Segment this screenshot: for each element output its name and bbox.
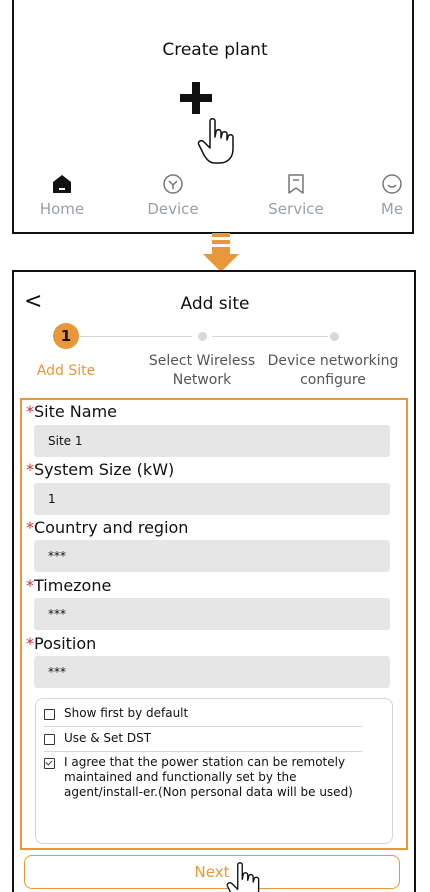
step3-dot <box>330 332 339 341</box>
pointer-hand-icon <box>197 118 234 164</box>
show-first-checkbox[interactable] <box>44 709 55 720</box>
country-region-label: *Country and region <box>26 518 189 537</box>
divider <box>44 751 362 752</box>
next-button[interactable]: Next <box>24 855 400 889</box>
step2-dot <box>198 332 207 341</box>
dst-label: Use & Set DST <box>64 731 152 745</box>
home-icon <box>53 175 71 193</box>
tab-home[interactable]: Home <box>17 172 107 218</box>
tab-service[interactable]: Service <box>251 172 341 218</box>
tab-device-label: Device <box>147 200 199 218</box>
tab-home-label: Home <box>39 200 85 218</box>
step1-label: Add Site <box>36 363 96 379</box>
system-size-input[interactable]: 1 <box>34 483 390 515</box>
agreement-option[interactable]: I agree that the power station can be re… <box>44 755 364 800</box>
tab-me-label: Me <box>380 200 404 218</box>
dst-option[interactable]: Use & Set DST <box>44 731 151 745</box>
step2-label: Select Wireless Network <box>148 353 256 388</box>
tab-service-label: Service <box>268 200 324 218</box>
step-connector <box>212 336 328 337</box>
country-region-input[interactable]: *** <box>34 540 390 572</box>
pointer-hand-icon <box>225 861 265 892</box>
timezone-input[interactable]: *** <box>34 598 390 630</box>
step1-indicator: 1 <box>53 323 79 349</box>
page-title: Add site <box>180 294 250 314</box>
step3-label: Device networking configure <box>267 353 399 388</box>
timezone-label: *Timezone <box>26 576 112 595</box>
tab-me[interactable]: Me <box>347 172 430 218</box>
down-arrow-icon <box>203 233 239 272</box>
system-size-label: *System Size (kW) <box>26 460 175 479</box>
agreement-checkbox[interactable] <box>44 758 55 769</box>
create-plant-title: Create plant <box>162 40 268 60</box>
show-first-label: Show first by default <box>64 706 189 720</box>
site-name-input[interactable]: Site 1 <box>34 425 390 457</box>
position-label: *Position <box>26 634 97 653</box>
device-icon <box>163 174 183 194</box>
show-first-option[interactable]: Show first by default <box>44 706 188 720</box>
step-connector <box>80 336 192 337</box>
tab-device[interactable]: Device <box>128 172 218 218</box>
agreement-label: I agree that the power station can be re… <box>64 755 353 799</box>
plus-icon[interactable] <box>178 80 214 116</box>
dst-checkbox[interactable] <box>44 734 55 745</box>
position-input[interactable]: *** <box>34 656 390 688</box>
divider <box>44 726 362 727</box>
me-icon <box>382 174 402 194</box>
service-icon <box>288 174 304 194</box>
site-name-label: *Site Name <box>26 402 118 421</box>
